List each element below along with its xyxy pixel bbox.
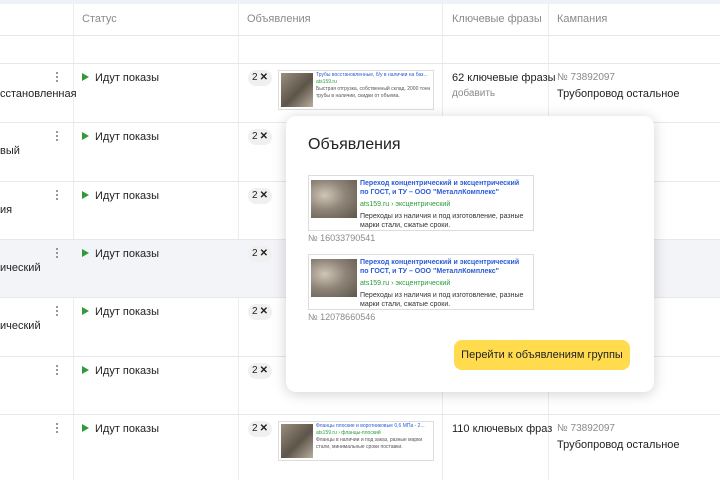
ads-count: 2 <box>252 72 258 83</box>
ads-popup: Объявления Переход концентрический и экс… <box>286 116 654 392</box>
status-cell: Идут показы <box>82 306 159 318</box>
popup-ad-card[interactable]: Переход концентрический и эксцентрически… <box>308 254 534 310</box>
more-vert-icon[interactable] <box>54 365 60 377</box>
keywords-count[interactable]: 110 ключевых фраз <box>452 423 552 435</box>
ads-count-badge[interactable]: 2 ✕ <box>248 129 272 145</box>
ad-title: Трубы восстановленные, б/у в наличии на … <box>316 72 428 78</box>
column-header-status[interactable]: Статус <box>82 4 117 36</box>
ad-url[interactable]: ats159.ru › эксцентрический <box>360 200 529 209</box>
ads-count-badge[interactable]: 2 ✕ <box>248 246 272 262</box>
column-header-campaign[interactable]: Кампания <box>557 4 607 36</box>
play-icon <box>82 132 89 140</box>
status-cell: Идут показы <box>82 72 159 84</box>
ad-title[interactable]: Переход концентрический и эксцентрически… <box>360 179 529 197</box>
status-cell: Идут показы <box>82 190 159 202</box>
play-icon <box>82 191 89 199</box>
group-name[interactable]: ический <box>0 262 41 274</box>
status-cell: Идут показы <box>82 131 159 143</box>
play-icon <box>82 424 89 432</box>
ad-number: № 12078660546 <box>308 312 376 322</box>
status-cell: Идут показы <box>82 423 159 435</box>
more-vert-icon[interactable] <box>54 248 60 260</box>
ad-description: Переходы из наличия и под изготовление, … <box>360 213 524 229</box>
ad-preview-card[interactable]: Фланцы плоские и воротниковые 0,6 МПа - … <box>278 421 434 461</box>
campaign-number: № 73892097 <box>557 423 615 434</box>
ad-thumbnail <box>281 73 313 107</box>
close-x-icon: ✕ <box>259 423 268 434</box>
group-name[interactable]: ия <box>0 204 12 216</box>
column-header-keywords[interactable]: Ключевые фразы <box>452 4 542 36</box>
group-name[interactable]: сстановленная <box>0 88 77 100</box>
close-x-icon: ✕ <box>259 306 268 317</box>
status-text: Идут показы <box>95 365 159 377</box>
status-text: Идут показы <box>95 72 159 84</box>
ads-count-badge[interactable]: 2 ✕ <box>248 363 272 379</box>
ads-count: 2 <box>252 131 258 142</box>
ads-count: 2 <box>252 423 258 434</box>
status-text: Идут показы <box>95 190 159 202</box>
group-name[interactable]: вый <box>0 145 20 157</box>
more-vert-icon[interactable] <box>54 423 60 435</box>
play-icon <box>82 73 89 81</box>
more-vert-icon[interactable] <box>54 190 60 202</box>
ad-thumbnail <box>311 180 357 218</box>
close-x-icon: ✕ <box>259 131 268 142</box>
ads-count: 2 <box>252 190 258 201</box>
ad-description: Переходы из наличия и под изготовление, … <box>360 292 524 308</box>
campaign-name[interactable]: Трубопровод остальное <box>557 439 680 451</box>
ad-title: Фланцы плоские и воротниковые 0,6 МПа - … <box>316 423 425 429</box>
status-text: Идут показы <box>95 306 159 318</box>
more-vert-icon[interactable] <box>54 306 60 318</box>
ads-count: 2 <box>252 306 258 317</box>
play-icon <box>82 307 89 315</box>
ad-description: Быстрая отгрузка, собственный склад. 200… <box>316 86 431 99</box>
ads-count-badge[interactable]: 2 ✕ <box>248 421 272 437</box>
popup-title: Объявления <box>308 136 401 153</box>
status-text: Идут показы <box>95 131 159 143</box>
status-text: Идут показы <box>95 248 159 260</box>
status-text: Идут показы <box>95 423 159 435</box>
table-row-empty <box>0 37 720 64</box>
popup-ad-card[interactable]: Переход концентрический и эксцентрически… <box>308 175 534 231</box>
go-to-group-ads-button[interactable]: Перейти к объявлениям группы <box>454 340 630 370</box>
ad-description: Фланцы в наличии и под заказ, разные мар… <box>316 437 423 450</box>
ad-url: ats159.ru <box>316 79 337 85</box>
keywords-count[interactable]: 62 ключевые фразы <box>452 72 556 84</box>
table-header: Статус Объявления Ключевые фразы Кампани… <box>0 4 720 36</box>
ads-count: 2 <box>252 248 258 259</box>
close-x-icon: ✕ <box>259 248 268 259</box>
ad-number: № 16033790541 <box>308 233 376 243</box>
group-name[interactable]: ический <box>0 320 41 332</box>
close-x-icon: ✕ <box>259 72 268 83</box>
status-cell: Идут показы <box>82 365 159 377</box>
ads-count-badge[interactable]: 2 ✕ <box>248 188 272 204</box>
play-icon <box>82 249 89 257</box>
add-keywords-link[interactable]: добавить <box>452 88 495 99</box>
ad-preview-card[interactable]: Трубы восстановленные, б/у в наличии на … <box>278 70 434 110</box>
campaign-number: № 73892097 <box>557 72 615 83</box>
ad-url[interactable]: ats159.ru › эксцентрический <box>360 279 529 288</box>
table-row[interactable]: сстановленная Идут показы 2 ✕ Трубы восст… <box>0 64 720 123</box>
ads-count: 2 <box>252 365 258 376</box>
ad-title[interactable]: Переход концентрический и эксцентрически… <box>360 258 529 276</box>
close-x-icon: ✕ <box>259 190 268 201</box>
campaign-name[interactable]: Трубопровод остальное <box>557 88 680 100</box>
ads-count-badge[interactable]: 2 ✕ <box>248 304 272 320</box>
ad-thumbnail <box>281 424 313 458</box>
status-cell: Идут показы <box>82 248 159 260</box>
ads-count-badge[interactable]: 2 ✕ <box>248 70 272 86</box>
play-icon <box>82 366 89 374</box>
more-vert-icon[interactable] <box>54 131 60 143</box>
ad-thumbnail <box>311 259 357 297</box>
ad-url: ats159.ru › фланцы-плоский <box>316 430 381 436</box>
close-x-icon: ✕ <box>259 365 268 376</box>
column-header-ads[interactable]: Объявления <box>247 4 311 36</box>
more-vert-icon[interactable] <box>54 72 60 84</box>
table-row[interactable]: Идут показы 2 ✕ Фланцы плоские и воротник… <box>0 415 720 480</box>
